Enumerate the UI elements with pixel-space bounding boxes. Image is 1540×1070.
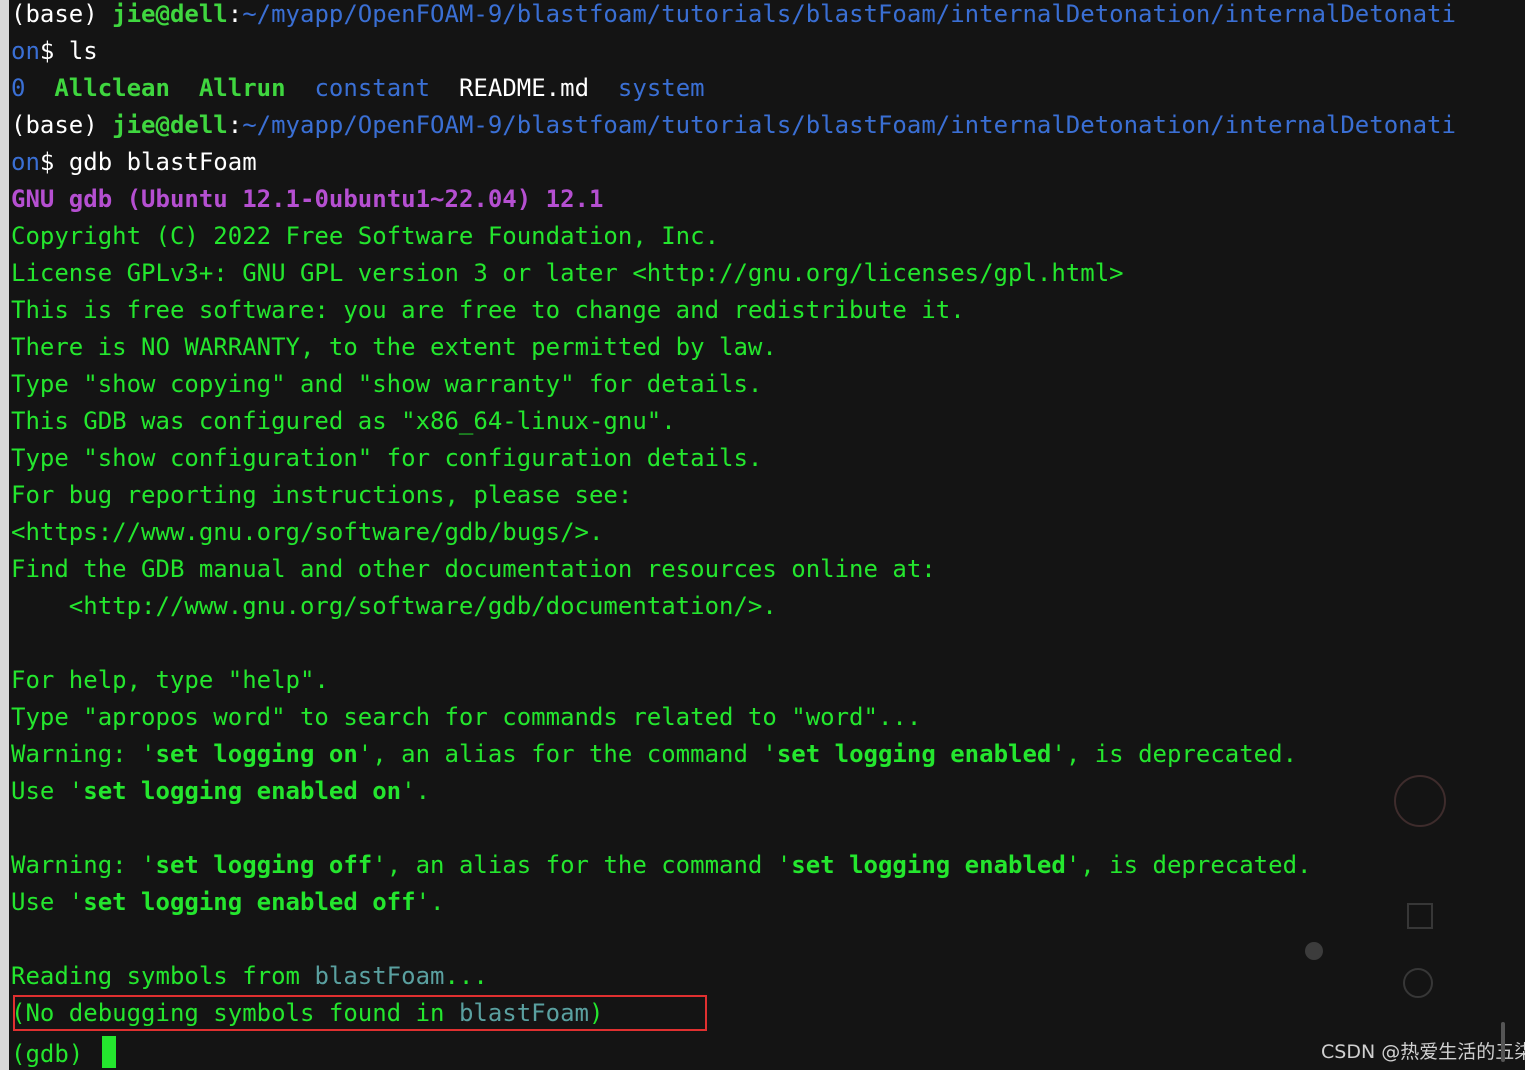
gdb-prompt[interactable]: (gdb) <box>11 1036 116 1070</box>
use-line: Use 'set logging enabled on'. <box>11 777 431 805</box>
prompt-line: (base) jie@dell:~/myapp/OpenFOAM-9/blast… <box>11 111 1456 139</box>
gdb-help-line: For help, type "help". <box>11 666 329 694</box>
gdb-info-line: There is NO WARRANTY, to the extent perm… <box>11 333 777 361</box>
gdb-info-line: <http://www.gnu.org/software/gdb/documen… <box>11 592 777 620</box>
reading-symbols-line: Reading symbols from blastFoam... <box>11 962 488 990</box>
close-icon <box>1305 942 1323 960</box>
gdb-info-line: Find the GDB manual and other documentat… <box>11 555 936 583</box>
qrcode-icon <box>1407 903 1433 929</box>
ls-entry: constant <box>314 74 431 102</box>
gdb-info-line: This GDB was configured as "x86_64-linux… <box>11 407 676 435</box>
user-host: jie@dell <box>112 111 228 139</box>
cwd-path: ~/myapp/OpenFOAM-9/blastfoam/tutorials/b… <box>242 111 1456 139</box>
gdb-info-line: Type "show copying" and "show warranty" … <box>11 370 763 398</box>
ls-entry: Allclean <box>54 74 170 102</box>
ls-entry: Allrun <box>198 74 286 102</box>
gdb-banner: GNU gdb (Ubuntu 12.1-0ubuntu1~22.04) 12.… <box>11 185 604 213</box>
prompt-line-cont: on$ ls <box>11 37 98 65</box>
gdb-info-line: Copyright (C) 2022 Free Software Foundat… <box>11 222 720 250</box>
cwd-path: ~/myapp/OpenFOAM-9/blastfoam/tutorials/b… <box>242 0 1456 28</box>
headset-icon <box>1403 968 1433 998</box>
ls-entry: README.md <box>458 74 590 102</box>
warning-line: Warning: 'set logging off', an alias for… <box>11 851 1312 879</box>
ls-output: 0 Allclean Allrun constant README.md sys… <box>11 74 705 111</box>
ls-entry: system <box>617 74 705 102</box>
conda-env: (base) <box>11 111 113 139</box>
command-text: ls <box>68 37 98 65</box>
avatar-icon <box>1394 775 1446 827</box>
gdb-help-line: Type "apropos word" to search for comman… <box>11 703 922 731</box>
gdb-info-line: This is free software: you are free to c… <box>11 296 965 324</box>
conda-env: (base) <box>11 0 113 28</box>
gdb-info-line: License GPLv3+: GNU GPL version 3 or lat… <box>11 259 1124 287</box>
prompt-line: (base) jie@dell:~/myapp/OpenFOAM-9/blast… <box>11 0 1456 28</box>
gdb-info-line: <https://www.gnu.org/software/gdb/bugs/>… <box>11 518 604 546</box>
text-cursor <box>101 1036 116 1068</box>
command-text: gdb blastFoam <box>68 148 257 176</box>
user-host: jie@dell <box>112 0 228 28</box>
use-line: Use 'set logging enabled off'. <box>11 888 445 916</box>
warning-line: Warning: 'set logging on', an alias for … <box>11 740 1298 768</box>
csdn-watermark: CSDN @热爱生活的五柒 <box>1321 1041 1525 1063</box>
prompt-line-cont: on$ gdb blastFoam <box>11 148 257 176</box>
ls-entry: 0 <box>11 74 26 102</box>
gdb-info-line: For bug reporting instructions, please s… <box>11 481 633 509</box>
scrollbar-track[interactable] <box>1525 0 1540 1070</box>
gdb-info-line: Type "show configuration" for configurat… <box>11 444 763 472</box>
scrollbar-thumb[interactable] <box>1501 1022 1505 1062</box>
terminal-window[interactable]: (base) jie@dell:~/myapp/OpenFOAM-9/blast… <box>9 0 1525 1070</box>
window-left-edge <box>0 0 9 1070</box>
no-debug-symbols-line: (No debugging symbols found in blastFoam… <box>11 999 604 1027</box>
